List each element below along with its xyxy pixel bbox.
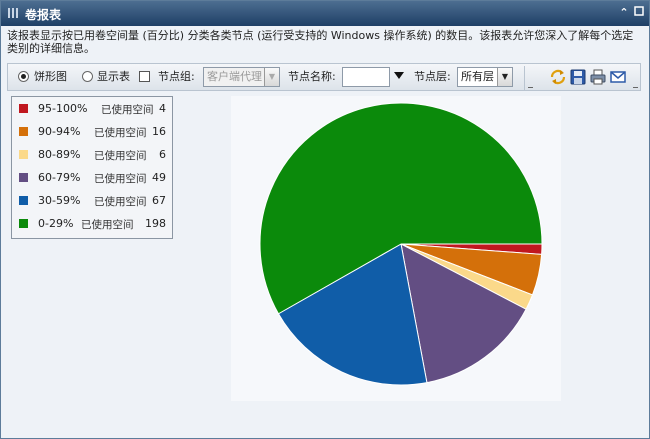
- node-group-select[interactable]: 客户端代理 ▼: [203, 67, 280, 87]
- node-layer-select[interactable]: 所有层 ▼: [457, 67, 513, 87]
- report-description-line-1: 该报表显示按已用卷空间量 (百分比) 分类各类节点 (运行受支持的 Window…: [7, 29, 634, 42]
- panel-grip-icon: [8, 8, 18, 18]
- legend-used-text: 已使用空间: [81, 219, 134, 231]
- legend-swatch: [19, 150, 28, 159]
- show-table-label: 显示表: [97, 70, 130, 83]
- email-icon[interactable]: [609, 68, 627, 86]
- report-toolbar: 饼形图 显示表 节点组: 客户端代理 ▼ 节点名称: 节点层: 所有层 ▼: [7, 63, 641, 91]
- legend-count: 4: [159, 102, 166, 115]
- legend-item[interactable]: 30-59% 已使用空间 67: [12, 190, 172, 213]
- legend-swatch: [19, 104, 28, 113]
- node-group-checkbox[interactable]: [139, 71, 150, 82]
- legend-used-text: 已使用空间: [101, 104, 154, 116]
- legend-item[interactable]: 80-89% 已使用空间 6: [12, 144, 172, 167]
- legend-item[interactable]: 95-100% 已使用空间 4: [12, 98, 172, 121]
- pie-chart-label: 饼形图: [34, 70, 67, 83]
- volume-report-panel: 卷报表 ⌃ 该报表显示按已用卷空间量 (百分比) 分类各类节点 (运行受支持的 …: [0, 0, 650, 439]
- node-name-label: 节点名称:: [288, 70, 336, 83]
- legend-used-text: 已使用空间: [94, 150, 147, 162]
- toolbar-separator: [524, 66, 536, 90]
- legend-range: 95-100%: [38, 102, 88, 115]
- legend-swatch: [19, 127, 28, 136]
- title-bar: 卷报表 ⌃: [1, 1, 649, 26]
- legend-range: 90-94%: [38, 125, 81, 138]
- legend-count: 6: [159, 148, 166, 161]
- print-icon[interactable]: [589, 68, 607, 86]
- show-table-radio[interactable]: [82, 71, 93, 82]
- toolbar-end-grip: [630, 66, 642, 90]
- legend-swatch: [19, 219, 28, 228]
- legend-item[interactable]: 60-79% 已使用空间 49: [12, 167, 172, 190]
- node-name-dropdown-icon[interactable]: [394, 72, 404, 79]
- legend-used-text: 已使用空间: [94, 127, 147, 139]
- legend-used-text: 已使用空间: [94, 173, 147, 185]
- legend-item[interactable]: 0-29% 已使用空间 198: [12, 213, 172, 236]
- node-layer-value: 所有层: [461, 70, 494, 83]
- legend-swatch: [19, 173, 28, 182]
- legend-count: 16: [152, 125, 166, 138]
- legend-range: 80-89%: [38, 148, 81, 161]
- panel-title: 卷报表: [25, 8, 62, 22]
- node-layer-label: 节点层:: [414, 70, 451, 83]
- pie-chart: [259, 102, 543, 386]
- legend-range: 60-79%: [38, 171, 81, 184]
- node-name-input[interactable]: [342, 67, 390, 87]
- report-description: 该报表显示按已用卷空间量 (百分比) 分类各类节点 (运行受支持的 Window…: [7, 29, 647, 55]
- chart-legend: 95-100% 已使用空间 4 90-94% 已使用空间 16 80-89% 已…: [11, 96, 173, 239]
- legend-range: 0-29%: [38, 217, 74, 230]
- pie-chart-radio[interactable]: [18, 71, 29, 82]
- legend-count: 49: [152, 171, 166, 184]
- refresh-icon[interactable]: [549, 68, 567, 86]
- legend-count: 198: [145, 217, 166, 230]
- report-description-line-2: 类别的详细信息。: [7, 42, 95, 55]
- collapse-icon[interactable]: ⌃: [618, 6, 630, 20]
- pie-chart-area: [231, 96, 561, 401]
- node-group-value: 客户端代理: [207, 70, 262, 83]
- legend-item[interactable]: 90-94% 已使用空间 16: [12, 121, 172, 144]
- chevron-down-icon: ▼: [497, 68, 512, 86]
- legend-used-text: 已使用空间: [94, 196, 147, 208]
- chevron-down-icon: ▼: [264, 68, 279, 86]
- legend-range: 30-59%: [38, 194, 81, 207]
- maximize-icon[interactable]: [633, 6, 645, 20]
- legend-swatch: [19, 196, 28, 205]
- node-group-label: 节点组:: [158, 70, 195, 83]
- save-icon[interactable]: [569, 68, 587, 86]
- legend-count: 67: [152, 194, 166, 207]
